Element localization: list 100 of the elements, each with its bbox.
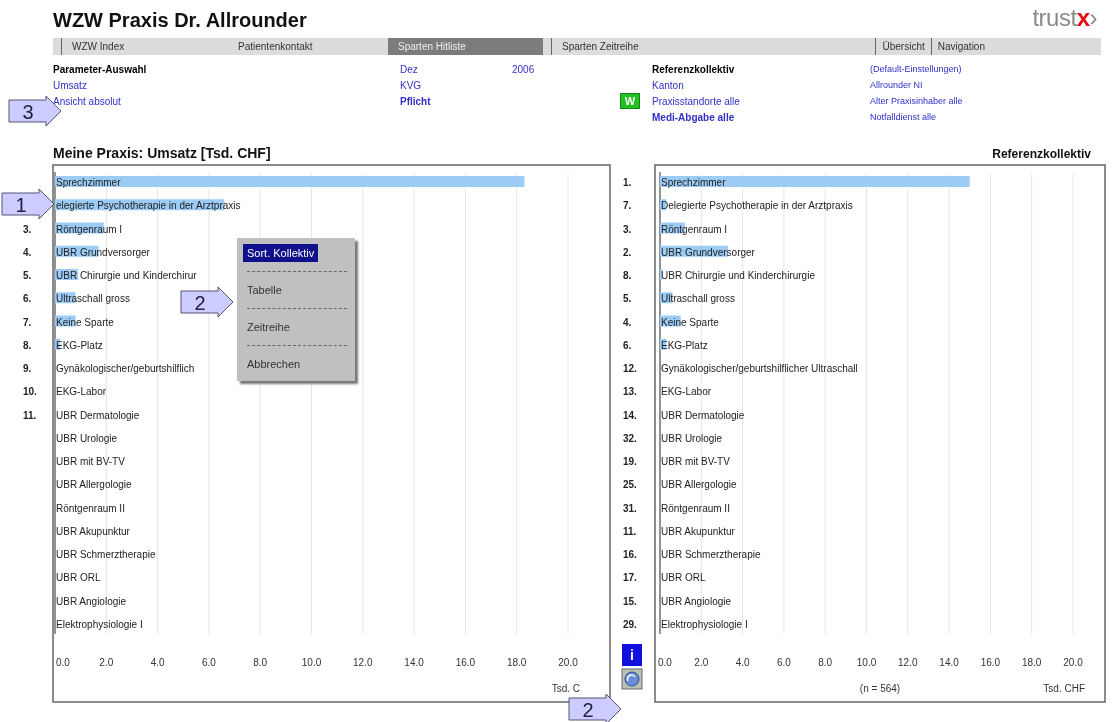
category-label: elegierte Psychotherapie in der Arztpraxis: [56, 200, 241, 212]
category-label: UBR Grundversorger: [661, 246, 755, 258]
parameter-link[interactable]: Praxisstandorte alle: [652, 95, 740, 107]
category-label: UBR Akupunktur: [661, 525, 735, 537]
tick-label: 8.0: [253, 657, 268, 668]
menu-item[interactable]: Zeitreihe: [243, 318, 294, 336]
nav-tab[interactable]: WZW Index: [61, 38, 228, 55]
rank-label: 10.: [23, 386, 37, 398]
menu-item[interactable]: Abbrechen: [243, 355, 305, 373]
rank-label: 3.: [23, 223, 32, 235]
category-label: Ultraschall gross: [56, 293, 130, 305]
rank-label: 4.: [23, 246, 32, 258]
nav-link[interactable]: Übersicht: [875, 38, 931, 55]
rank-label: 1.: [623, 177, 632, 188]
chart-title: Meine Praxis: Umsatz [Tsd. CHF]: [53, 145, 271, 161]
tick-label: 0.0: [56, 657, 70, 668]
parameter-link[interactable]: Kanton: [652, 79, 684, 91]
category-label: EKG-Labor: [661, 386, 712, 398]
parameter-link[interactable]: 2006: [512, 63, 535, 75]
rank-label: 11.: [23, 409, 37, 421]
category-label: EKG-Platz: [661, 339, 708, 351]
info-button[interactable]: i: [622, 644, 642, 666]
axis-title: Tsd. C: [551, 683, 580, 694]
category-label: Röntgenraum I: [661, 223, 728, 235]
category-label: UBR Dermatologie: [56, 409, 140, 421]
category-label: Keine Sparte: [56, 316, 114, 328]
tick-label: 12.0: [898, 657, 918, 668]
nav-tab[interactable]: Patientenkontakt: [228, 38, 388, 55]
parameter-link[interactable]: Pflicht: [400, 95, 431, 107]
tick-label: 18.0: [506, 657, 527, 668]
callout-marker: 2: [568, 694, 622, 722]
rank-label: 12.: [623, 363, 637, 374]
tick-label: 2.0: [99, 657, 114, 668]
parameter-link[interactable]: Allrounder NI: [870, 80, 923, 90]
tick-label: 12.0: [353, 657, 373, 668]
category-label: UBR Dermatologie: [661, 409, 745, 421]
rank-label: 15.: [623, 595, 637, 607]
refresh-icon[interactable]: [621, 668, 643, 690]
tick-label: 4.0: [735, 657, 750, 668]
rank-label: 29.: [623, 618, 637, 630]
category-label: UBR Akupunktur: [56, 525, 130, 537]
category-label: UBR Grundversorger: [56, 246, 150, 258]
category-label: Röntgenraum I: [56, 223, 123, 235]
tick-label: 8.0: [818, 657, 833, 668]
tick-label: 18.0: [1021, 657, 1042, 668]
axis-title: Tsd. CHF: [1043, 683, 1085, 694]
parameter-link[interactable]: Medi-Abgabe alle: [652, 111, 735, 123]
rank-label: 32.: [623, 432, 637, 444]
callout-marker: 1: [1, 189, 55, 219]
nav-tab[interactable]: Sparten Hitliste: [388, 38, 543, 55]
category-label: UBR Allergologie: [661, 479, 737, 491]
parameter-heading: Referenzkollektiv: [652, 63, 735, 75]
tick-label: 6.0: [201, 657, 216, 668]
tick-label: 6.0: [776, 657, 791, 668]
parameter-link[interactable]: Ansicht absolut: [53, 95, 121, 107]
rank-label: 31.: [623, 502, 637, 514]
tick-label: 14.0: [404, 657, 424, 668]
category-label: UBR Schmerztherapie: [56, 549, 156, 560]
page-title: WZW Praxis Dr. Allrounder: [53, 9, 307, 32]
category-label: Röntgenraum II: [56, 502, 125, 514]
rank-label: 5.: [23, 270, 32, 281]
category-label: Delegierte Psychotherapie in der Arztpraxis: [661, 200, 853, 212]
tick-label: 16.0: [455, 657, 476, 668]
menu-item[interactable]: Sort. Kollektiv: [243, 244, 319, 262]
category-label: Elektrophysiologie I: [56, 618, 143, 630]
tick-label: 10.0: [856, 657, 877, 668]
category-label: EKG-Labor: [56, 386, 107, 398]
rank-label: 17.: [623, 572, 637, 584]
category-label: UBR Urologie: [56, 432, 118, 444]
parameter-link[interactable]: Alter Praxisinhaber alle: [870, 96, 963, 106]
tick-label: 0.0: [658, 657, 672, 668]
rank-label: 2.: [623, 246, 632, 258]
nav-link[interactable]: Navigation: [930, 38, 991, 55]
rank-label: 7.: [23, 316, 32, 328]
parameter-link[interactable]: Umsatz: [53, 79, 87, 91]
rank-label: 11.: [623, 525, 637, 537]
rank-label: 4.: [623, 316, 632, 328]
rank-label: 19.: [623, 456, 637, 467]
category-label: Ultraschall gross: [661, 293, 735, 305]
category-label: UBR mit BV-TV: [661, 456, 730, 467]
tick-label: 10.0: [301, 657, 322, 668]
nav-tab[interactable]: Sparten Zeitreihe: [551, 38, 711, 55]
category-label: UBR Schmerztherapie: [661, 549, 761, 560]
parameter-link[interactable]: Notfalldienst alle: [870, 112, 937, 122]
parameter-link[interactable]: Dez: [400, 63, 418, 75]
parameter-link[interactable]: (Default-Einstellungen): [870, 64, 962, 74]
rank-label: 16.: [623, 549, 637, 560]
category-label: Gynäkologischer/geburtshilflich: [56, 363, 195, 374]
category-label: UBR Chirurgie und Kinderchirurgie: [661, 270, 815, 281]
rank-label: 25.: [623, 479, 637, 491]
category-label: Röntgenraum II: [661, 502, 730, 514]
parameter-link[interactable]: KVG: [400, 79, 422, 91]
tick-label: 14.0: [939, 657, 959, 668]
tick-label: 20.0: [1063, 657, 1083, 668]
category-label: EKG-Platz: [56, 339, 103, 351]
parameter-heading: Parameter-Auswahl: [53, 63, 147, 75]
callout-marker: 2: [180, 287, 234, 317]
category-label: Keine Sparte: [661, 316, 719, 328]
category-label: UBR Angiologie: [661, 595, 732, 607]
menu-item[interactable]: Tabelle: [243, 281, 286, 299]
